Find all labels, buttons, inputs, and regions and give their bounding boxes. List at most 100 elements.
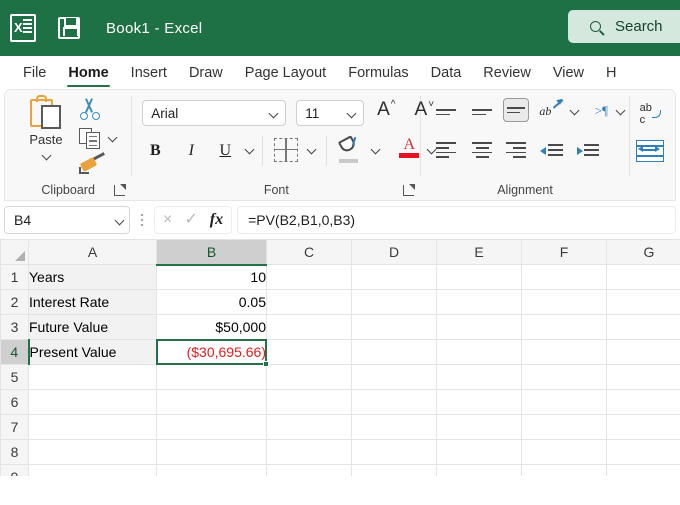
tab-draw[interactable]: Draw: [178, 56, 234, 89]
cell-a9[interactable]: [29, 465, 157, 477]
cell-d8[interactable]: [352, 440, 437, 465]
align-left-icon[interactable]: [433, 138, 459, 162]
cell-g6[interactable]: [607, 390, 680, 415]
tab-insert[interactable]: Insert: [120, 56, 178, 89]
cell-d4[interactable]: [352, 340, 437, 365]
cell-e6[interactable]: [437, 390, 522, 415]
enter-checkmark-icon[interactable]: ✓: [184, 212, 197, 228]
font-name-input[interactable]: Arial: [142, 100, 286, 126]
cell-e1[interactable]: [437, 265, 522, 290]
cell-f6[interactable]: [522, 390, 607, 415]
cell-d7[interactable]: [352, 415, 437, 440]
cell-d6[interactable]: [352, 390, 437, 415]
tab-data[interactable]: Data: [420, 56, 473, 89]
cell-e9[interactable]: [437, 465, 522, 477]
cell-c6[interactable]: [267, 390, 352, 415]
cell-g4[interactable]: [607, 340, 680, 365]
cell-a7[interactable]: [29, 415, 157, 440]
cell-f4[interactable]: [522, 340, 607, 365]
column-header-c[interactable]: C: [267, 240, 352, 265]
tab-file[interactable]: File: [12, 56, 57, 89]
cell-f1[interactable]: [522, 265, 607, 290]
cell-a8[interactable]: [29, 440, 157, 465]
column-header-a[interactable]: A: [29, 240, 157, 265]
cell-a2[interactable]: Interest Rate: [29, 290, 157, 315]
cell-b8[interactable]: [157, 440, 267, 465]
cell-a3[interactable]: Future Value: [29, 315, 157, 340]
cell-b4-selected[interactable]: ($30,695.66): [157, 340, 267, 365]
cell-e2[interactable]: [437, 290, 522, 315]
cell-e3[interactable]: [437, 315, 522, 340]
row-header-1[interactable]: 1: [1, 265, 29, 290]
chevron-down-icon[interactable]: [347, 108, 357, 118]
column-header-d[interactable]: D: [352, 240, 437, 265]
cell-b5[interactable]: [157, 365, 267, 390]
chevron-down-icon[interactable]: [115, 215, 125, 225]
chevron-down-icon[interactable]: [269, 108, 279, 118]
wrap-text-icon[interactable]: abc: [638, 102, 666, 128]
cell-b7[interactable]: [157, 415, 267, 440]
chevron-down-icon[interactable]: [570, 106, 580, 116]
format-painter-button[interactable]: [79, 154, 105, 178]
cell-e5[interactable]: [437, 365, 522, 390]
cell-a1[interactable]: Years: [29, 265, 157, 290]
increase-indent-icon[interactable]: [575, 138, 601, 162]
row-header-6[interactable]: 6: [1, 390, 29, 415]
cell-b2[interactable]: 0.05: [157, 290, 267, 315]
cell-e8[interactable]: [437, 440, 522, 465]
cell-b3[interactable]: $50,000: [157, 315, 267, 340]
fx-insert-function-icon[interactable]: fx: [210, 211, 223, 229]
cancel-icon[interactable]: ×: [163, 212, 172, 228]
row-header-4[interactable]: 4: [1, 340, 29, 365]
chevron-down-icon[interactable]: [41, 151, 51, 161]
borders-icon[interactable]: [274, 138, 298, 162]
cell-b6[interactable]: [157, 390, 267, 415]
cell-g7[interactable]: [607, 415, 680, 440]
cell-d9[interactable]: [352, 465, 437, 477]
cell-f5[interactable]: [522, 365, 607, 390]
row-header-3[interactable]: 3: [1, 315, 29, 340]
search-input[interactable]: Search: [568, 10, 680, 43]
cell-c7[interactable]: [267, 415, 352, 440]
align-top-icon[interactable]: [433, 100, 459, 124]
row-header-7[interactable]: 7: [1, 415, 29, 440]
cell-g1[interactable]: [607, 265, 680, 290]
tab-review[interactable]: Review: [472, 56, 542, 89]
cell-g9[interactable]: [607, 465, 680, 477]
chevron-down-icon[interactable]: [307, 145, 317, 155]
cell-b1[interactable]: 10: [157, 265, 267, 290]
clipboard-dialog-launcher-icon[interactable]: [114, 185, 125, 196]
copy-button[interactable]: [79, 126, 103, 150]
cell-g8[interactable]: [607, 440, 680, 465]
align-bottom-icon[interactable]: [503, 98, 529, 122]
row-header-8[interactable]: 8: [1, 440, 29, 465]
cut-button[interactable]: [79, 98, 101, 120]
cell-c3[interactable]: [267, 315, 352, 340]
cell-g2[interactable]: [607, 290, 680, 315]
column-header-e[interactable]: E: [437, 240, 522, 265]
bold-button[interactable]: B: [142, 138, 168, 164]
cell-c1[interactable]: [267, 265, 352, 290]
font-dialog-launcher-icon[interactable]: [403, 185, 414, 196]
align-center-icon[interactable]: [469, 138, 495, 162]
text-direction-icon[interactable]: >¶: [589, 100, 613, 122]
chevron-down-icon[interactable]: [616, 106, 626, 116]
decrease-indent-icon[interactable]: [539, 138, 565, 162]
italic-button[interactable]: I: [178, 138, 204, 164]
fill-color-bucket-icon[interactable]: [338, 137, 362, 163]
cell-c5[interactable]: [267, 365, 352, 390]
cell-e4[interactable]: [437, 340, 522, 365]
cell-d1[interactable]: [352, 265, 437, 290]
chevron-down-icon[interactable]: [245, 145, 255, 155]
cell-d2[interactable]: [352, 290, 437, 315]
font-color-icon[interactable]: A: [398, 136, 420, 162]
row-header-5[interactable]: 5: [1, 365, 29, 390]
cell-c9[interactable]: [267, 465, 352, 477]
tab-formulas[interactable]: Formulas: [337, 56, 419, 89]
save-icon[interactable]: [58, 17, 80, 39]
cell-a4[interactable]: Present Value: [29, 340, 157, 365]
cell-f2[interactable]: [522, 290, 607, 315]
underline-button[interactable]: U: [212, 138, 238, 164]
cell-c2[interactable]: [267, 290, 352, 315]
kebab-menu-icon[interactable]: [135, 214, 149, 227]
